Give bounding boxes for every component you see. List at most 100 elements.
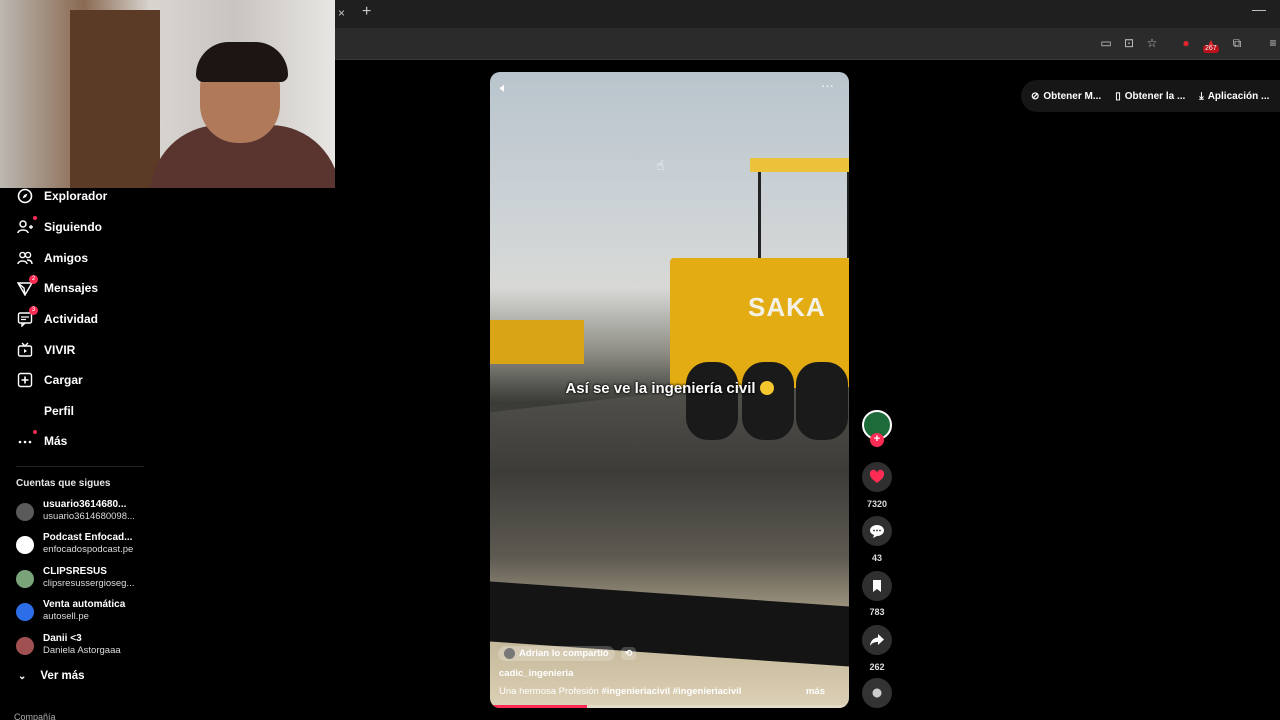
minimize-window-button[interactable]: — (1252, 1, 1266, 17)
get-coins-button[interactable]: ⊘ Obtener M... (1031, 91, 1101, 102)
sidebar-item-label: Siguiendo (44, 220, 102, 234)
shared-by-pill[interactable]: Adrian lo compartió (498, 646, 615, 661)
account-name: Venta automática (43, 599, 126, 610)
extension-badge: 267 (1203, 45, 1219, 53)
account-handle: enfocadospodcast.pe (43, 544, 134, 555)
construction-worker-emoji-icon (759, 381, 774, 395)
avatar (16, 637, 34, 655)
account-handle: autosell.pe (43, 611, 89, 622)
sidebar-item-perfil[interactable]: Perfil (16, 399, 74, 423)
activity-badge: 3 (29, 306, 38, 315)
notification-dot (33, 430, 37, 434)
like-count: 7320 (866, 499, 888, 509)
following-account-item[interactable]: Podcast Enfocad... enfocadospodcast.pe (16, 532, 146, 560)
following-accounts-header: Cuentas que sigues (16, 478, 111, 489)
video-scene-wheel (686, 362, 738, 440)
sidebar-item-vivir[interactable]: VIVIR (16, 338, 75, 362)
follow-plus-icon[interactable]: + (870, 433, 884, 447)
hashtags[interactable]: #ingenieriacivil #ingenieriacivil (601, 686, 741, 697)
see-more-label: Ver más (40, 670, 85, 682)
avatar (504, 648, 515, 659)
video-description: Una hermosa Profesión #ingenieriacivil #… (499, 686, 839, 697)
sidebar-item-mas[interactable]: Más (16, 429, 67, 453)
notification-dot (33, 216, 37, 220)
sidebar-item-explorador[interactable]: Explorador (16, 184, 107, 208)
video-scene-roller-cab (758, 172, 849, 258)
avatar (16, 536, 34, 554)
description-text: Una hermosa Profesión (499, 686, 599, 697)
video-caption-text: Así se ve la ingeniería civil (565, 380, 756, 397)
video-player[interactable]: SAKA 🔈︎ ··· Así se ve la ingeniería civi… (490, 72, 849, 708)
extensions-puzzle-icon[interactable]: ⧉ (1230, 36, 1244, 50)
download-icon: ⤓ (1199, 90, 1204, 102)
video-scene-wheel (742, 362, 794, 440)
sidebar-item-siguiendo[interactable]: Siguiendo (16, 215, 102, 239)
webcam-person-hair (196, 42, 288, 82)
sidebar-item-actividad[interactable]: 3 Actividad (16, 306, 98, 331)
close-tab-button[interactable]: × (338, 6, 345, 20)
like-button[interactable] (862, 462, 892, 492)
sidebar-item-mensajes[interactable]: 2 Mensajes (16, 275, 98, 300)
more-options-icon[interactable]: ··· (821, 78, 834, 93)
save-count: 783 (869, 607, 885, 617)
chevron-down-icon: ⌄ (18, 671, 27, 682)
sidebar-divider (16, 466, 144, 467)
reading-list-icon[interactable]: ≡ (1266, 36, 1280, 50)
video-progress-fill (490, 705, 587, 708)
comment-count: 43 (871, 553, 882, 563)
see-more-button[interactable]: ⌄ Ver más (18, 670, 85, 682)
following-account-item[interactable]: Danii <3 Daniela Astorgaaa (16, 633, 146, 661)
following-account-item[interactable]: Venta automática autosell.pe (16, 599, 146, 627)
repost-info[interactable]: Adrian lo compartió ⟲ (498, 646, 637, 661)
sidebar-item-label: Perfil (44, 404, 75, 418)
avatar (16, 570, 34, 588)
video-progress-bar[interactable] (490, 705, 849, 708)
sidebar-item-amigos[interactable]: Amigos (16, 246, 88, 270)
more-icon (16, 430, 37, 450)
friends-icon (16, 249, 34, 267)
new-tab-button[interactable]: + (362, 3, 371, 21)
comment-icon (870, 525, 884, 538)
coin-icon: ⊘ (1031, 90, 1040, 102)
phone-icon: ▯ (1115, 90, 1121, 102)
account-handle: Daniela Astorgaaa (43, 645, 121, 656)
sidebar-item-label: Explorador (44, 189, 108, 203)
following-account-item[interactable]: usuario3614680... usuario3614680098... (16, 499, 146, 527)
video-scene-paver (490, 320, 584, 364)
video-caption: Así se ve la ingeniería civil (490, 380, 849, 397)
following-account-item[interactable]: CLIPSRESUS clipsresussergioseg... (16, 566, 146, 594)
shared-by-text: Adrian lo compartió (519, 648, 609, 659)
account-name: Podcast Enfocad... (43, 532, 133, 543)
save-button[interactable] (862, 571, 892, 601)
expand-description-button[interactable]: más (806, 686, 825, 697)
desktop-app-button[interactable]: ⤓ Aplicación ... (1199, 91, 1269, 102)
volume-icon[interactable]: 🔈︎ (500, 80, 508, 96)
comment-button[interactable] (862, 516, 892, 546)
video-scene-roller-brand: SAKA (748, 292, 826, 322)
sidebar-item-label: Cargar (44, 373, 83, 387)
video-scene-roller-canopy (750, 158, 849, 172)
sidebar-item-label: Amigos (44, 251, 89, 265)
plus-square-icon (16, 371, 34, 389)
sidebar-item-label: Mensajes (44, 281, 99, 295)
share-arrow-icon (870, 634, 884, 646)
account-name: Danii <3 (43, 633, 82, 644)
person-plus-icon (16, 216, 37, 236)
translate-icon[interactable]: ⊡ (1122, 36, 1136, 50)
inbox-icon: 2 (16, 275, 38, 297)
get-app-label: Obtener la ... (1124, 90, 1186, 102)
cast-icon[interactable]: ▭ (1099, 36, 1113, 50)
share-button[interactable] (862, 625, 892, 655)
extension-shield-icon[interactable]: ● (1179, 36, 1193, 50)
avatar (16, 603, 34, 621)
top-right-menu: ⊘ Obtener M... ▯ Obtener la ... ⤓ Aplicació… (1021, 80, 1280, 112)
compass-icon (16, 187, 34, 205)
get-app-button[interactable]: ▯ Obtener la ... (1115, 91, 1185, 102)
music-disc[interactable] (862, 678, 892, 708)
repost-icon[interactable]: ⟲ (620, 647, 637, 660)
bookmark-star-icon[interactable]: ☆ (1145, 36, 1159, 50)
video-author[interactable]: cadic_ingenieria (499, 668, 573, 679)
avatar (16, 503, 34, 521)
sidebar-item-cargar[interactable]: Cargar (16, 368, 83, 392)
sidebar-item-label: VIVIR (44, 343, 76, 357)
